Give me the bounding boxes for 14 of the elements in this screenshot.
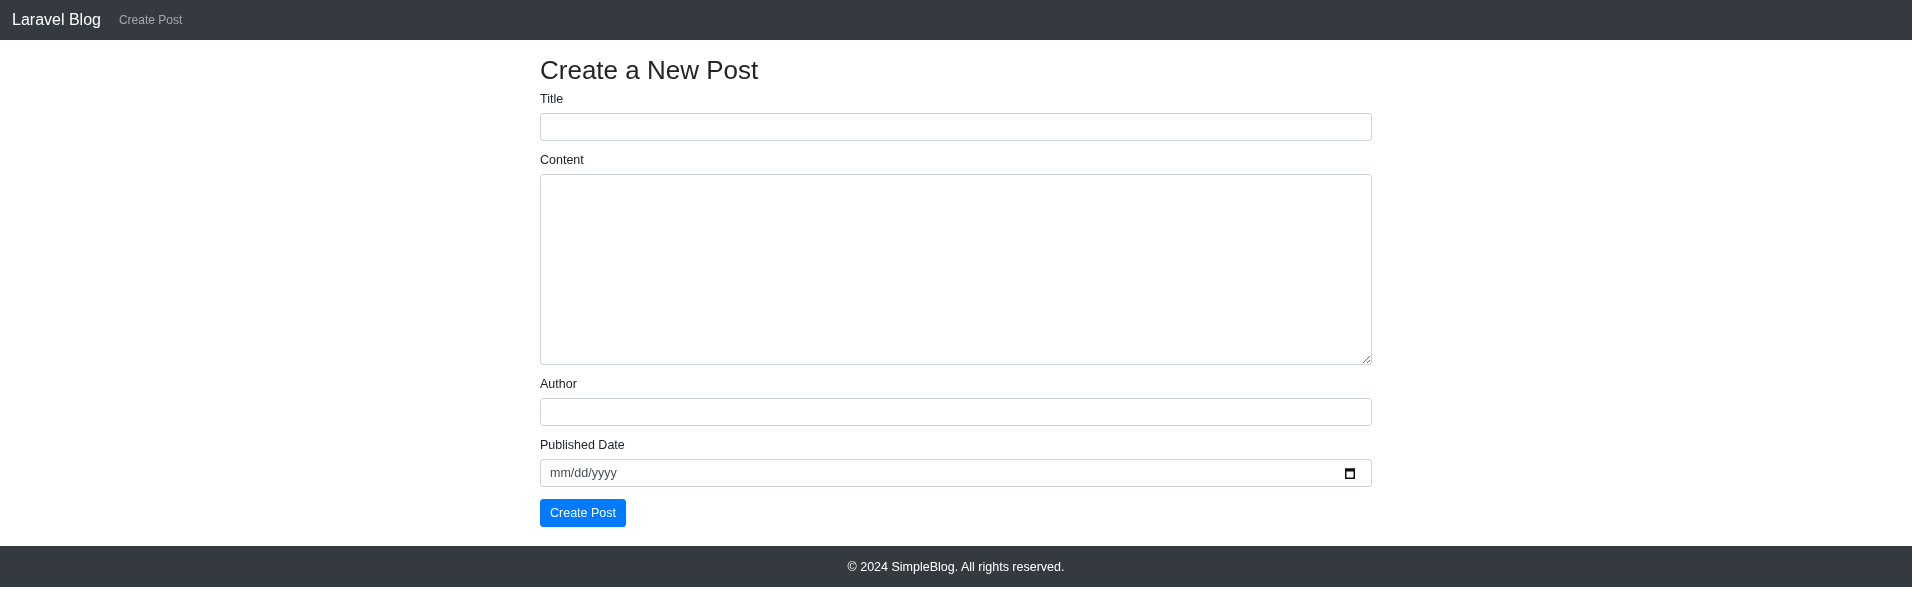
- text-input[interactable]: [540, 398, 1372, 427]
- field-label: Title: [540, 92, 565, 107]
- page-heading: Create a New Post: [540, 55, 760, 87]
- field-label: Author: [540, 377, 578, 392]
- calendar-icon[interactable]: [1345, 467, 1355, 479]
- submit-button[interactable]: Create Post: [540, 499, 626, 528]
- field-label: Content: [540, 153, 585, 168]
- date-field[interactable]: mm/dd/yyyy: [540, 459, 1372, 488]
- footer-text: © 2024 SimpleBlog. All rights reserved.: [847, 559, 1065, 574]
- field-label: Published Date: [540, 438, 626, 453]
- nav-link[interactable]: Create Post: [118, 13, 183, 27]
- content-textarea[interactable]: [540, 174, 1372, 366]
- brand-link[interactable]: Laravel Blog: [12, 11, 101, 29]
- text-input[interactable]: [540, 113, 1372, 142]
